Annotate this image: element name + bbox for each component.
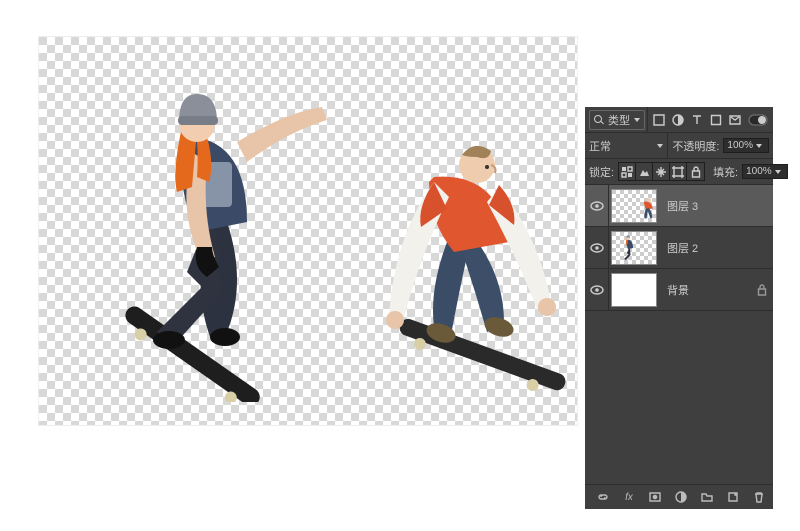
chevron-down-icon: [657, 144, 663, 148]
search-icon: [594, 115, 604, 125]
layer-item[interactable]: 图层 2: [585, 227, 773, 269]
lock-position-icon[interactable]: [653, 163, 670, 180]
adjustment-layer-icon[interactable]: [673, 489, 689, 505]
filter-row: 类型: [585, 107, 773, 133]
filter-smart-icon[interactable]: [726, 111, 743, 128]
layer-name-label[interactable]: 背景: [667, 282, 751, 298]
lock-label: 锁定:: [589, 164, 614, 180]
layer-mask-icon[interactable]: [647, 489, 663, 505]
lock-transparent-icon[interactable]: [619, 163, 636, 180]
lock-artboard-icon[interactable]: [670, 163, 687, 180]
layer-thumbnail[interactable]: [611, 273, 657, 307]
filter-toggle-switch[interactable]: [747, 111, 769, 128]
delete-layer-icon[interactable]: [751, 489, 767, 505]
visibility-toggle[interactable]: [585, 269, 609, 310]
document-canvas[interactable]: [38, 36, 578, 426]
visibility-toggle[interactable]: [585, 227, 609, 268]
new-layer-icon[interactable]: [725, 489, 741, 505]
layer-figure-left: [97, 82, 357, 402]
blend-mode-dropdown[interactable]: 正常: [589, 138, 611, 154]
link-layers-icon[interactable]: [595, 489, 611, 505]
visibility-toggle[interactable]: [585, 185, 609, 226]
layer-thumbnail[interactable]: [611, 189, 657, 223]
filter-type-label: 类型: [608, 112, 630, 128]
layer-figure-right: [339, 127, 599, 407]
filter-shape-icon[interactable]: [707, 111, 724, 128]
lock-icon: [751, 283, 773, 297]
panel-footer: fx: [585, 484, 773, 509]
lock-all-icon[interactable]: [687, 163, 704, 180]
blend-mode-value: 正常: [589, 138, 611, 154]
layer-item[interactable]: 背景: [585, 269, 773, 311]
filter-type-icon[interactable]: [688, 111, 705, 128]
filter-adjust-icon[interactable]: [669, 111, 686, 128]
fill-label: 填充:: [713, 164, 738, 180]
blend-row: 正常 不透明度: 100%: [585, 133, 773, 159]
group-icon[interactable]: [699, 489, 715, 505]
layer-item[interactable]: 图层 3: [585, 185, 773, 227]
fill-value-input[interactable]: 100%: [742, 164, 788, 179]
layers-list: 图层 3 图层 2 背景: [585, 185, 773, 484]
layer-name-label[interactable]: 图层 2: [667, 240, 751, 256]
filter-pixel-icon[interactable]: [650, 111, 667, 128]
lock-image-icon[interactable]: [636, 163, 653, 180]
chevron-down-icon: [634, 118, 640, 122]
layer-thumbnail[interactable]: [611, 231, 657, 265]
lock-buttons: [618, 162, 705, 181]
layers-panel: 类型 正常 不透明度: 100% 锁定: 填充: 10: [585, 107, 773, 509]
layer-style-icon[interactable]: fx: [621, 489, 637, 505]
lock-row: 锁定: 填充: 100%: [585, 159, 773, 185]
filter-type-dropdown[interactable]: 类型: [589, 110, 645, 130]
opacity-label: 不透明度:: [672, 138, 719, 154]
layer-name-label[interactable]: 图层 3: [667, 198, 751, 214]
opacity-value-input[interactable]: 100%: [723, 138, 769, 153]
